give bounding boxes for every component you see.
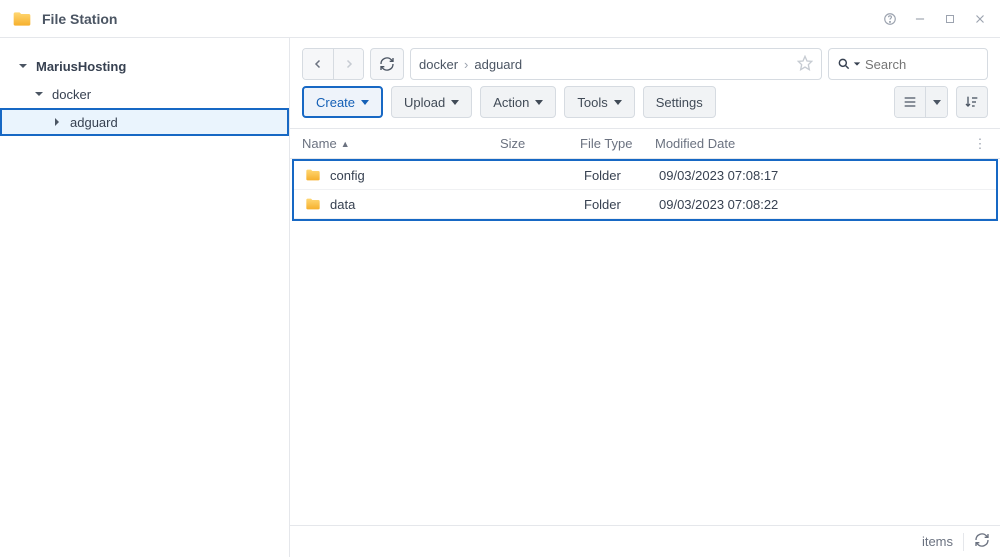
column-size[interactable]: Size (500, 136, 580, 151)
search-mode-toggle[interactable] (837, 57, 861, 71)
action-label: Action (493, 95, 529, 110)
create-label: Create (316, 95, 355, 110)
folder-icon (304, 167, 322, 183)
view-list-button[interactable] (895, 87, 925, 117)
app-folder-icon (12, 9, 32, 29)
chevron-down-icon (18, 61, 30, 71)
back-button[interactable] (303, 49, 333, 79)
column-name[interactable]: Name ▲ (290, 136, 500, 151)
table-row[interactable]: data Folder 09/03/2023 07:08:22 (294, 190, 996, 219)
crumb-docker[interactable]: docker (419, 57, 458, 72)
items-label: items (922, 534, 953, 549)
nav-toolbar: docker › adguard (290, 38, 1000, 86)
row-name: data (330, 197, 355, 212)
action-button[interactable]: Action (480, 86, 556, 118)
tools-button[interactable]: Tools (564, 86, 634, 118)
list-header: Name ▲ Size File Type Modified Date ⋮ (290, 129, 1000, 159)
crumb-adguard[interactable]: adguard (474, 57, 522, 72)
file-list-selection: config Folder 09/03/2023 07:08:17 data F… (292, 159, 998, 221)
column-options-icon[interactable]: ⋮ (970, 136, 990, 152)
caret-down-icon (933, 100, 941, 105)
maximize-button[interactable] (938, 7, 962, 31)
close-button[interactable] (968, 7, 992, 31)
chevron-right-icon: › (464, 57, 468, 72)
view-mode-dropdown[interactable] (925, 87, 947, 117)
chevron-down-icon (34, 89, 46, 99)
sort-asc-icon: ▲ (341, 139, 350, 149)
folder-icon (304, 196, 322, 212)
refresh-button[interactable] (370, 48, 404, 80)
forward-button[interactable] (333, 49, 363, 79)
caret-down-icon (361, 100, 369, 105)
tree-item-label: adguard (70, 115, 118, 130)
caret-down-icon (614, 100, 622, 105)
create-button[interactable]: Create (302, 86, 383, 118)
app-title: File Station (42, 11, 117, 27)
breadcrumb: docker › adguard (410, 48, 822, 80)
refresh-status-button[interactable] (974, 532, 990, 551)
row-type: Folder (584, 168, 659, 183)
tree-item-adguard[interactable]: adguard (0, 108, 289, 136)
row-date: 09/03/2023 07:08:17 (659, 168, 996, 183)
table-row[interactable]: config Folder 09/03/2023 07:08:17 (294, 161, 996, 190)
settings-button[interactable]: Settings (643, 86, 716, 118)
caret-down-icon (535, 100, 543, 105)
search-box[interactable] (828, 48, 988, 80)
tree-root-label: MariusHosting (36, 59, 126, 74)
column-type[interactable]: File Type (580, 136, 655, 151)
tools-label: Tools (577, 95, 607, 110)
settings-label: Settings (656, 95, 703, 110)
sidebar: MariusHosting docker adguard (0, 38, 290, 557)
titlebar: File Station (0, 0, 1000, 38)
row-name: config (330, 168, 365, 183)
help-button[interactable] (878, 7, 902, 31)
search-input[interactable] (865, 57, 979, 72)
action-toolbar: Create Upload Action Tools Settings (290, 86, 1000, 129)
upload-label: Upload (404, 95, 445, 110)
statusbar: items (290, 525, 1000, 557)
favorite-star-icon[interactable] (797, 55, 813, 74)
caret-down-icon (451, 100, 459, 105)
sort-button[interactable] (956, 86, 988, 118)
upload-button[interactable]: Upload (391, 86, 472, 118)
row-date: 09/03/2023 07:08:22 (659, 197, 996, 212)
tree-item-docker[interactable]: docker (0, 80, 289, 108)
tree-root[interactable]: MariusHosting (0, 52, 289, 80)
tree-item-label: docker (52, 87, 91, 102)
separator (963, 533, 964, 551)
column-date[interactable]: Modified Date (655, 136, 970, 151)
row-type: Folder (584, 197, 659, 212)
minimize-button[interactable] (908, 7, 932, 31)
chevron-right-icon (52, 117, 64, 127)
